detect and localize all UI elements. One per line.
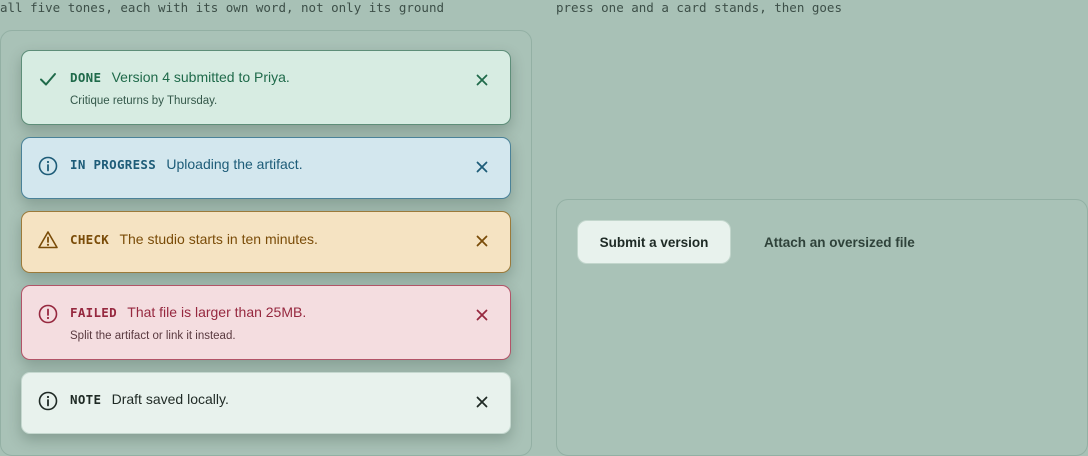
toast-headline: FAILED That file is larger than 25MB. — [70, 303, 460, 322]
close-icon[interactable] — [474, 233, 490, 249]
attach-oversized-file-button[interactable]: Attach an oversized file — [752, 220, 927, 264]
toast-headline: NOTE Draft saved locally. — [70, 390, 460, 409]
toast-tag: DONE — [70, 70, 102, 85]
toast-tones-caption: all five tones, each with its own word, … — [0, 0, 445, 15]
toast-message: Draft saved locally. — [111, 391, 229, 407]
info-icon — [37, 390, 59, 412]
toast-tag: IN PROGRESS — [70, 157, 157, 172]
toast-tag: CHECK — [70, 232, 110, 247]
toast-tag: NOTE — [70, 392, 102, 407]
check-icon — [37, 68, 59, 90]
warning-triangle-icon — [37, 229, 59, 251]
toast-message: Version 4 submitted to Priya. — [111, 69, 290, 85]
toast-detail: Split the artifact or link it instead. — [70, 330, 236, 342]
toast-done: DONE Version 4 submitted to Priya. Criti… — [21, 50, 511, 125]
close-icon[interactable] — [474, 72, 490, 88]
error-circle-icon — [37, 303, 59, 325]
toast-headline: IN PROGRESS Uploading the artifact. — [70, 155, 460, 174]
close-icon[interactable] — [474, 307, 490, 323]
toast-tag: FAILED — [70, 305, 117, 320]
toast-message: Uploading the artifact. — [166, 156, 303, 172]
submit-version-button[interactable]: Submit a version — [577, 220, 731, 264]
toast-in-progress: IN PROGRESS Uploading the artifact. — [21, 137, 511, 199]
toast-failed: FAILED That file is larger than 25MB. Sp… — [21, 285, 511, 360]
close-icon[interactable] — [474, 159, 490, 175]
close-icon[interactable] — [474, 394, 490, 410]
demo-caption: press one and a card stands, then goes — [556, 0, 842, 15]
toast-check: CHECK The studio starts in ten minutes. — [21, 211, 511, 273]
toast-message: The studio starts in ten minutes. — [119, 231, 318, 247]
toast-note: NOTE Draft saved locally. — [21, 372, 511, 434]
toast-detail: Critique returns by Thursday. — [70, 95, 218, 107]
toast-message: That file is larger than 25MB. — [127, 304, 307, 320]
info-icon — [37, 155, 59, 177]
toast-headline: CHECK The studio starts in ten minutes. — [70, 230, 460, 249]
toast-headline: DONE Version 4 submitted to Priya. — [70, 68, 460, 87]
